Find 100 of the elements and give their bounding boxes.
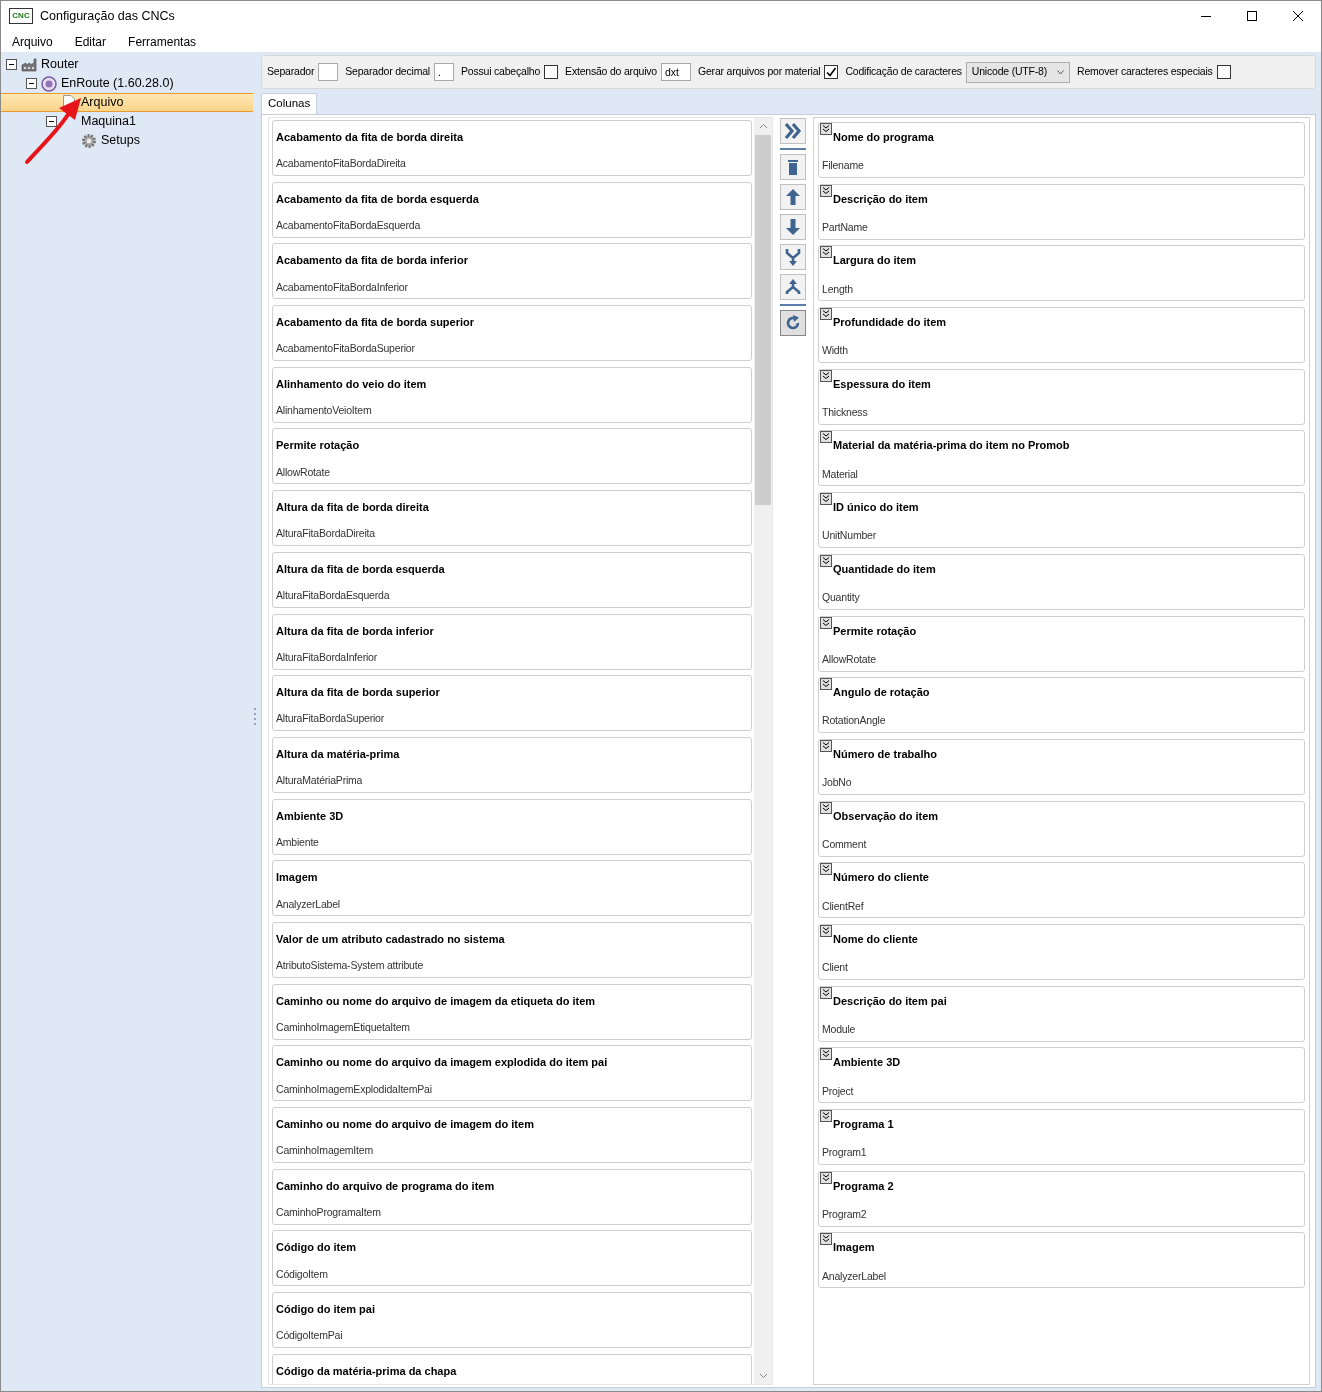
tree-item[interactable]: Setups	[100, 131, 141, 150]
collapse-icon[interactable]	[820, 678, 832, 691]
column-card[interactable]: Altura da matéria-prima AlturaMatériaPrima	[272, 736, 752, 793]
text-field[interactable]: .	[433, 63, 454, 81]
column-card[interactable]: Altura da fita de borda inferior AlturaFitaBordaInferior	[272, 613, 752, 670]
column-card[interactable]: Altura da fita de borda direita AlturaFitaBordaDireita	[272, 490, 752, 547]
column-card[interactable]: Acabamento da fita de borda superior AcabamentoFitaBordaSuperior	[272, 305, 752, 362]
annotation-arrow	[25, 98, 81, 164]
tree-item[interactable]: Maquina1	[80, 112, 137, 131]
collapse-icon[interactable]	[820, 986, 832, 999]
option-label: Gerar arquivos por material	[698, 64, 821, 80]
collapse-icon[interactable]	[820, 1110, 832, 1122]
column-card[interactable]: Código da matéria-prima da chapa	[272, 1353, 752, 1384]
column-card[interactable]: Caminho ou nome do arquivo de imagem da etiqueta do item CaminhoImagemEtiquetaItem	[272, 983, 752, 1040]
option-label: Separador	[267, 64, 315, 80]
collapse-icon[interactable]	[820, 431, 832, 444]
collapse-icon[interactable]	[820, 1171, 832, 1184]
column-card[interactable]: Permite rotação AllowRotate	[272, 428, 752, 485]
column-card[interactable]: Material da matéria-prima do item no Promob Material	[818, 430, 1305, 487]
app-logo: CNC	[9, 8, 33, 24]
double-chevron-icon	[783, 121, 803, 141]
column-card[interactable]: Descrição do item pai Module	[818, 985, 1305, 1042]
collapse-icon[interactable]	[820, 493, 832, 506]
move-up-button[interactable]	[780, 184, 806, 210]
column-card[interactable]: Altura da fita de borda esquerda AlturaFitaBordaEsquerda	[272, 551, 752, 608]
collapse-icon[interactable]	[820, 739, 832, 752]
column-card[interactable]: Alinhamento do veio do item AlinhamentoVeioItem	[272, 366, 752, 423]
column-card[interactable]: Caminho do arquivo de programa do item CaminhoProgramaItem	[272, 1168, 752, 1225]
split-arrow-icon	[783, 277, 803, 297]
refresh-button[interactable]	[780, 310, 806, 336]
text-field[interactable]: dxt	[661, 63, 691, 81]
column-card[interactable]: Largura do item Length	[818, 245, 1305, 302]
column-card[interactable]: Imagem AnalyzerLabel	[818, 1232, 1305, 1289]
column-card[interactable]: Nome do cliente Client	[818, 923, 1305, 980]
option-label: Extensão do arquivo	[565, 64, 657, 80]
column-card[interactable]: Código do item CódigoItem	[272, 1230, 752, 1287]
text-field[interactable]	[318, 63, 339, 81]
column-card[interactable]: Espessura do item Thickness	[818, 368, 1305, 425]
tab[interactable]: Colunas	[261, 93, 318, 114]
column-card[interactable]: Observação do item Comment	[818, 800, 1305, 857]
column-card[interactable]: Valor de um atributo cadastrado no sistema AtributoSistema-System attribute	[272, 921, 752, 978]
tree-item[interactable]: Router	[40, 55, 80, 74]
column-card[interactable]: ID único do item UnitNumber	[818, 492, 1305, 549]
column-card[interactable]: Profundidade do item Width	[818, 307, 1305, 364]
merge-button[interactable]	[780, 244, 806, 270]
collapse-icon[interactable]	[820, 924, 832, 937]
column-card[interactable]: Ambiente 3D Ambiente	[272, 798, 752, 855]
option-label: Remover caracteres especiais	[1077, 64, 1213, 80]
collapse-icon[interactable]	[6, 59, 17, 70]
column-card[interactable]: Angulo de rotação RotationAngle	[818, 677, 1305, 734]
column-card[interactable]: Código do item pai CódigoItemPai	[272, 1292, 752, 1349]
column-card[interactable]: Acabamento da fita de borda esquerda AcabamentoFitaBordaEsquerda	[272, 181, 752, 238]
menu-item[interactable]: Ferramentas	[117, 32, 208, 51]
column-card[interactable]: Programa 2 Program2	[818, 1170, 1305, 1227]
add-all-button[interactable]	[780, 118, 806, 144]
column-card[interactable]: Caminho ou nome do arquivo da imagem explodida do item pai CaminhoImagemExplodidaItemPai	[272, 1045, 752, 1102]
delete-button[interactable]	[780, 154, 806, 180]
collapse-icon[interactable]	[46, 116, 57, 127]
collapse-icon[interactable]	[820, 308, 832, 321]
collapse-icon[interactable]	[820, 863, 832, 876]
menu-item[interactable]: Arquivo	[1, 32, 64, 51]
window-title: Configuração das CNCs	[40, 7, 175, 25]
collapse-icon[interactable]	[820, 1048, 832, 1061]
move-down-button[interactable]	[780, 214, 806, 240]
checkbox[interactable]	[824, 65, 839, 79]
column-card[interactable]: Ambiente 3D Project	[818, 1047, 1305, 1104]
column-card[interactable]: Acabamento da fita de borda inferior AcabamentoFitaBordaInferior	[272, 243, 752, 300]
menu-item[interactable]: Editar	[63, 32, 118, 51]
column-card[interactable]: Acabamento da fita de borda direita AcabamentoFitaBordaDireita	[272, 120, 752, 176]
collapse-icon[interactable]	[820, 1233, 832, 1246]
column-card[interactable]: Imagem AnalyzerLabel	[272, 860, 752, 917]
column-card[interactable]: Número de trabalho JobNo	[818, 738, 1305, 795]
collapse-icon[interactable]	[820, 616, 832, 629]
merge-arrow-icon	[783, 247, 803, 267]
collapse-icon[interactable]	[820, 123, 832, 135]
tree-item[interactable]: Arquivo	[80, 93, 125, 112]
tree-item[interactable]: EnRoute (1.60.28.0)	[60, 74, 175, 93]
column-card[interactable]: Descrição do item PartName	[818, 183, 1305, 240]
column-card[interactable]: Caminho ou nome do arquivo de imagem do item CaminhoImagemItem	[272, 1107, 752, 1163]
column-card[interactable]: Quantidade do item Quantity	[818, 553, 1305, 610]
column-card[interactable]: Altura da fita de borda superior AlturaFitaBordaSuperior	[272, 675, 752, 732]
encoding-dropdown[interactable]: Unicode (UTF-8)	[965, 61, 1070, 83]
collapse-icon[interactable]	[820, 184, 832, 197]
option-label: Possui cabeçalho	[460, 64, 541, 80]
collapse-icon[interactable]	[820, 554, 832, 567]
collapse-icon[interactable]	[820, 246, 832, 259]
split-button[interactable]	[780, 274, 806, 300]
column-card[interactable]: Número do cliente ClientRef	[818, 862, 1305, 919]
collapse-icon[interactable]	[26, 78, 37, 89]
checkbox[interactable]	[1216, 65, 1231, 79]
factory-icon	[21, 58, 37, 71]
checkbox[interactable]	[544, 65, 559, 79]
disc-icon	[41, 75, 57, 92]
column-card[interactable]: Permite rotação AllowRotate	[818, 615, 1305, 672]
collapse-icon[interactable]	[820, 801, 832, 814]
option-label: Separador decimal	[345, 64, 430, 80]
column-card[interactable]: Programa 1 Program1	[818, 1109, 1305, 1165]
option-label: Codificação de caracteres	[845, 64, 962, 80]
collapse-icon[interactable]	[820, 369, 832, 382]
column-card[interactable]: Nome do programa Filename	[818, 122, 1305, 178]
